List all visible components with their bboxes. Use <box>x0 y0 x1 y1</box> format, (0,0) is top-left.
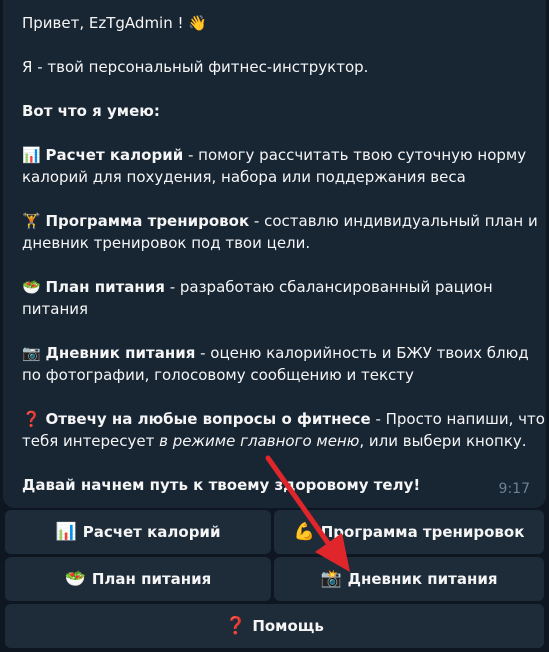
meal-plan-button[interactable]: 🥗 План питания <box>5 557 271 601</box>
button-label: Расчет калорий <box>82 523 221 541</box>
skill-item-meal-plan: 🥗 План питания - разработаю сбалансирова… <box>22 278 493 318</box>
skill-item-food-diary: 📷 Дневник питания - оценю калорийность и… <box>22 344 529 384</box>
skill-title: Расчет калорий <box>45 146 184 164</box>
food-diary-button[interactable]: 📸 Дневник питания <box>274 557 544 601</box>
skill-title: Отвечу на любые вопросы о фитнесе <box>45 410 371 428</box>
question-icon: ❓ <box>22 410 41 428</box>
closing-text: Давай начнем путь к твоему здоровому тел… <box>22 476 421 494</box>
training-button[interactable]: 💪 Программа тренировок <box>274 510 544 554</box>
skill-title: План питания <box>45 278 165 296</box>
greeting: Привет, EzTgAdmin ! 👋 <box>22 14 207 32</box>
button-label: План питания <box>91 570 212 588</box>
skill-item-faq: ❓ Отвечу на любые вопросы о фитнесе - Пр… <box>22 410 545 450</box>
salad-icon: 🥗 <box>22 278 41 296</box>
message-time: 9:17 <box>498 481 530 497</box>
flexed-biceps-icon: 💪 <box>293 522 315 542</box>
help-button[interactable]: ❓ Помощь <box>5 604 544 648</box>
salad-icon: 🥗 <box>64 569 86 589</box>
skill-title: Дневник питания <box>45 344 196 362</box>
skill-title: Программа тренировок <box>45 212 250 230</box>
question-icon: ❓ <box>225 616 247 636</box>
button-label: Дневник питания <box>347 570 498 588</box>
button-label: Помощь <box>252 617 324 635</box>
calories-button[interactable]: 📊 Расчет калорий <box>5 510 271 554</box>
weightlifter-icon: 🏋️ <box>22 212 41 230</box>
chart-icon: 📊 <box>22 146 41 164</box>
intro-text: Я - твой персональный фитнес-инструктор. <box>22 58 369 76</box>
skill-item-calories: 📊 Расчет калорий - помогу рассчитать тво… <box>22 146 527 186</box>
button-label: Программа тренировок <box>320 523 525 541</box>
skills-title: Вот что я умею: <box>22 102 160 120</box>
camera-icon: 📷 <box>22 344 41 362</box>
camera-flash-icon: 📸 <box>320 569 342 589</box>
bot-message: Привет, EzTgAdmin ! 👋 Я - твой персональ… <box>3 0 546 508</box>
skill-item-training: 🏋️ Программа тренировок - составлю индив… <box>22 212 538 252</box>
chart-icon: 📊 <box>55 522 77 542</box>
